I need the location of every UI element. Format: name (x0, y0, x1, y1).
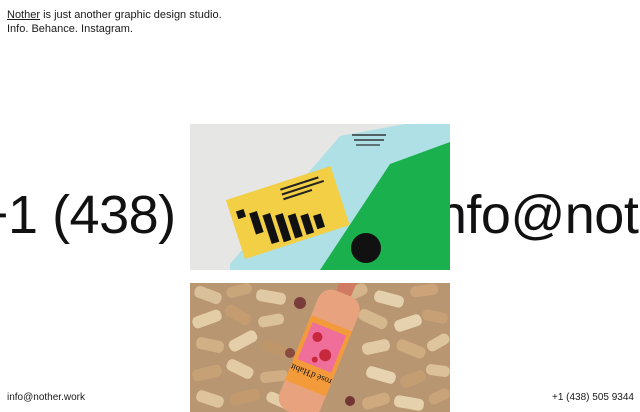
intro-line: Nother is just another graphic design st… (7, 8, 222, 22)
footer-phone-link[interactable]: +1 (438) 505 9344 (552, 392, 634, 403)
behance-link[interactable]: Behance. (31, 23, 77, 35)
business-card-image (190, 124, 450, 270)
tagline-text: is just another graphic design studio. (40, 9, 222, 21)
wine-bottle-image: rosé d'Habit (190, 283, 450, 412)
instagram-link[interactable]: Instagram. (81, 23, 133, 35)
info-link[interactable]: Info. (7, 23, 28, 35)
intro-links: Info. Behance. Instagram. (7, 22, 222, 36)
footer-phone-block: +1 (438) 505 9344 (552, 392, 634, 404)
marquee-email[interactable]: info@nother.work (425, 185, 640, 245)
page: Nother is just another graphic design st… (0, 0, 640, 412)
project-card-business-cards[interactable] (190, 124, 450, 270)
brand-link[interactable]: Nother (7, 9, 40, 21)
intro-block: Nother is just another graphic design st… (7, 8, 222, 36)
footer-email-link[interactable]: info@nother.work (7, 392, 85, 403)
project-card-wine-bottle[interactable]: rosé d'Habit (190, 283, 450, 412)
footer-email-block: info@nother.work (7, 392, 85, 404)
